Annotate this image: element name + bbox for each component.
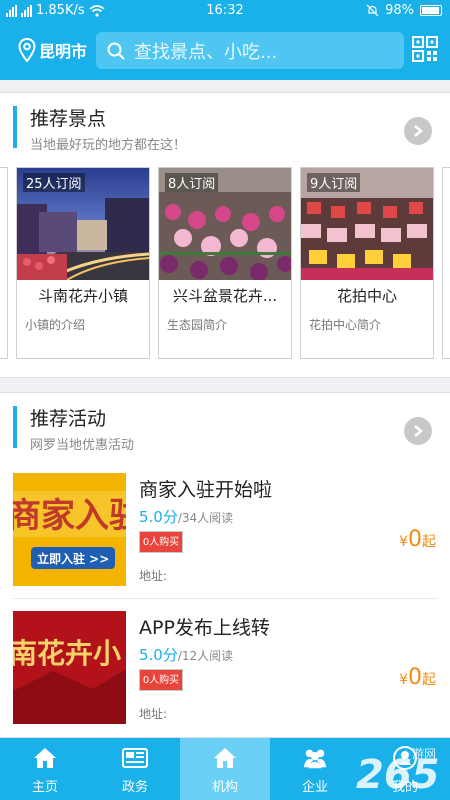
search-input[interactable]: 查找景点、小吃... — [96, 32, 404, 69]
tab-label: 主页 — [31, 780, 58, 795]
home-icon — [212, 746, 238, 770]
location-pin-icon — [18, 38, 36, 62]
activity-score: 5.0分/34人阅读 — [139, 506, 233, 527]
tab-home[interactable]: 主页 — [0, 738, 90, 800]
tab-government[interactable]: 政务 — [90, 738, 180, 800]
tab-label: 企业 — [301, 780, 328, 795]
section-subtitle: 网罗当地优惠活动 — [30, 438, 135, 453]
people-icon — [302, 746, 328, 770]
section-title: 推荐活动 — [30, 408, 107, 430]
price-currency: ¥ — [399, 534, 408, 550]
activity-thumbnail: 南花卉小 — [13, 611, 126, 724]
city-name: 昆明市 — [39, 42, 88, 61]
spot-name: 斗南花卉小镇 — [37, 287, 128, 305]
search-placeholder: 查找景点、小吃... — [134, 41, 278, 63]
qr-scan-icon[interactable] — [412, 36, 438, 62]
spot-name: 花拍中心 — [336, 287, 397, 305]
tab-enterprise[interactable]: 企业 — [270, 738, 360, 800]
watermark-sub: 游网 — [412, 747, 436, 761]
price-currency: ¥ — [399, 672, 408, 688]
tab-label: 政务 — [121, 780, 148, 795]
spot-name: 兴斗盆景花卉... — [172, 287, 278, 305]
thumb-text: 商家入驻 — [13, 496, 126, 536]
price-suffix: 起 — [422, 534, 436, 550]
top-header: 昆明市 查找景点、小吃... — [0, 22, 450, 80]
search-icon — [107, 42, 125, 60]
tab-institution[interactable]: 机构 — [180, 738, 270, 800]
buy-count-badge: 0人购买 — [139, 669, 183, 691]
chevron-right-icon[interactable] — [404, 117, 432, 145]
city-selector[interactable]: 昆明市 — [18, 38, 87, 62]
recommended-spots-header[interactable]: 推荐景点 当地最好玩的地方都在这！ — [0, 93, 450, 157]
spot-card-partial[interactable] — [0, 167, 8, 359]
activity-score: 5.0分/12人阅读 — [139, 644, 233, 665]
read-count: /34人阅读 — [177, 511, 234, 525]
spot-desc: 小镇的介绍 — [25, 318, 86, 332]
activity-title: APP发布上线转 — [139, 617, 270, 639]
chevron-right-icon[interactable] — [404, 417, 432, 445]
spot-card-partial[interactable] — [442, 167, 450, 359]
recommended-activities-header[interactable]: 推荐活动 网罗当地优惠活动 — [0, 393, 450, 457]
recommended-activities-section: 推荐活动 网罗当地优惠活动 商家入驻 立即入驻 >> 商家入驻开始啦 5.0分/… — [0, 392, 450, 738]
activity-address: 地址: — [139, 569, 168, 583]
spot-card[interactable]: 8人订阅 兴斗盆景花卉... 生态园简介 — [158, 167, 292, 359]
spot-card[interactable]: 25人订阅 斗南花卉小镇 小镇的介绍 — [16, 167, 150, 359]
thumb-text: 南花卉小 — [13, 637, 121, 670]
price-suffix: 起 — [422, 672, 436, 688]
subscriber-badge: 9人订阅 — [307, 173, 361, 192]
newspaper-icon — [122, 746, 148, 770]
section-accent-bar — [13, 106, 17, 148]
home-icon — [32, 746, 58, 770]
divider — [13, 598, 437, 599]
activity-price: ¥0起 — [399, 527, 436, 552]
activity-thumbnail: 商家入驻 立即入驻 >> — [13, 473, 126, 586]
status-bar: 1.85K/s 16:32 98% — [0, 0, 450, 22]
score-value: 5.0分 — [139, 508, 178, 526]
thumb-button-text: 立即入驻 >> — [37, 551, 109, 566]
activity-price: ¥0起 — [399, 665, 436, 690]
score-value: 5.0分 — [139, 646, 178, 664]
buy-count-badge: 0人购买 — [139, 531, 183, 553]
spot-desc: 生态园简介 — [167, 318, 228, 332]
activity-item[interactable]: 南花卉小 APP发布上线转 5.0分/12人阅读 0人购买 地址: ¥0起 — [0, 601, 450, 729]
read-count: /12人阅读 — [177, 649, 234, 663]
section-title: 推荐景点 — [30, 108, 107, 130]
battery-percent: 98% — [385, 3, 414, 18]
subscriber-badge: 8人订阅 — [165, 173, 219, 192]
battery-icon — [420, 5, 442, 16]
subscriber-badge: 25人订阅 — [23, 173, 85, 192]
spot-desc: 花拍中心简介 — [309, 318, 382, 332]
site-watermark: 265 游网 — [350, 738, 446, 800]
recommended-spots-section: 推荐景点 当地最好玩的地方都在这！ 25人订阅 斗南花卉小镇 小镇的介绍 8人订… — [0, 92, 450, 378]
price-value: 0 — [408, 665, 422, 690]
mute-bell-icon — [366, 4, 379, 17]
spot-card[interactable]: 9人订阅 花拍中心 花拍中心简介 — [300, 167, 434, 359]
spot-cards-scroller[interactable]: 25人订阅 斗南花卉小镇 小镇的介绍 8人订阅 兴斗盆景花卉... 生态园简介 — [0, 167, 450, 363]
activity-address: 地址: — [139, 707, 168, 721]
tab-label: 机构 — [211, 780, 238, 795]
section-subtitle: 当地最好玩的地方都在这！ — [30, 138, 187, 153]
section-accent-bar — [13, 406, 17, 448]
activity-item[interactable]: 商家入驻 立即入驻 >> 商家入驻开始啦 5.0分/34人阅读 0人购买 地址:… — [0, 463, 450, 591]
price-value: 0 — [408, 527, 422, 552]
activity-title: 商家入驻开始啦 — [139, 479, 273, 501]
